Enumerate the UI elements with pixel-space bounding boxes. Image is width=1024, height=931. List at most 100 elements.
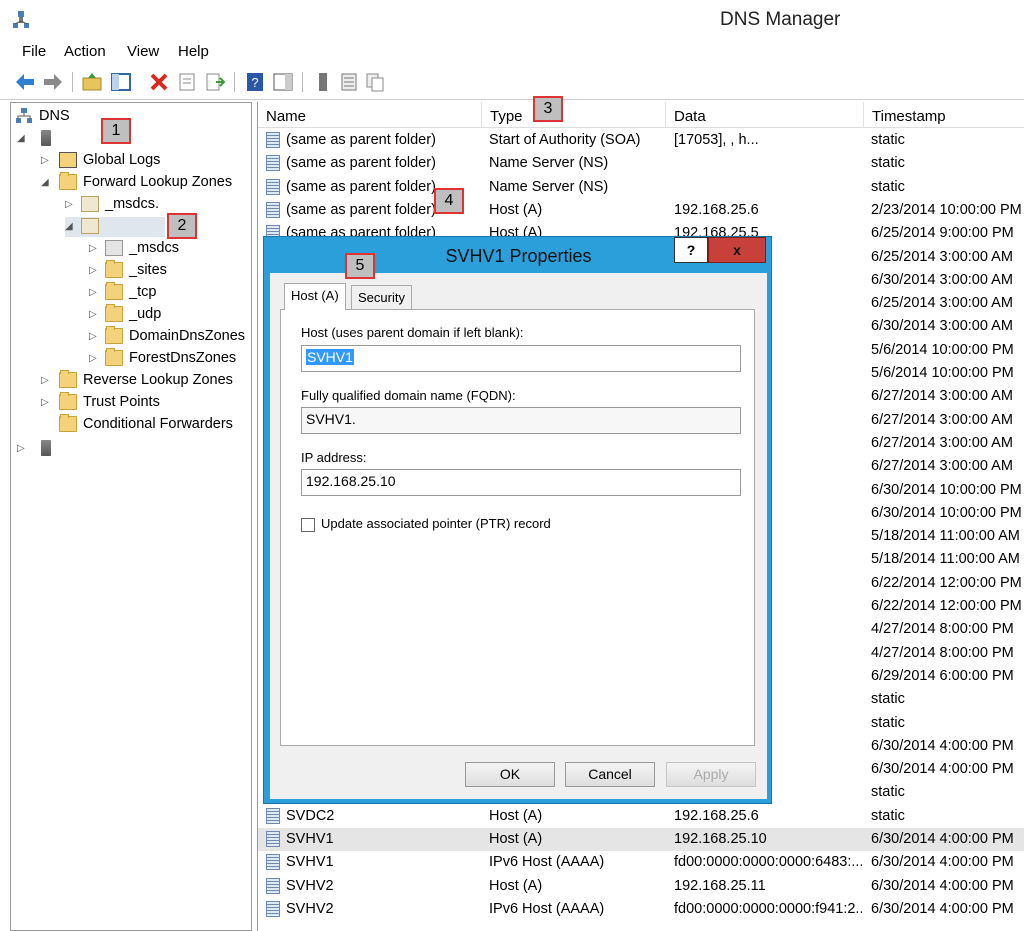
toolbar-separator <box>234 72 235 92</box>
properties-icon[interactable] <box>176 71 198 93</box>
expand-arrow-icon[interactable]: ▷ <box>89 243 97 254</box>
cell-ts: 6/27/2014 3:00:00 AM <box>871 434 1013 451</box>
menu-view[interactable]: View <box>127 43 159 60</box>
close-button[interactable]: x <box>708 237 766 263</box>
global-logs-icon <box>59 152 77 168</box>
expand-arrow-icon[interactable]: ▷ <box>41 397 49 408</box>
collapse-arrow-icon[interactable]: ◢ <box>65 221 73 232</box>
help-button[interactable]: ? <box>674 237 708 263</box>
cell-ts: static <box>871 178 905 195</box>
tree-label: DomainDnsZones <box>129 328 246 344</box>
cell-ts: 5/6/2014 10:00:00 PM <box>871 365 1014 381</box>
apply-button[interactable]: Apply <box>666 762 756 787</box>
tree-label: _msdcs. <box>105 196 159 212</box>
fqdn-field[interactable]: SVHV1. <box>301 407 741 434</box>
callout-4: 4 <box>434 188 464 214</box>
cell-ts: 6/30/2014 4:00:00 PM <box>871 854 1014 871</box>
cell-data: 192.168.25.10 <box>674 831 767 847</box>
expand-arrow-icon[interactable]: ▷ <box>89 265 97 276</box>
menu-file[interactable]: File <box>22 43 46 60</box>
cell-type: IPv6 Host (AAAA) <box>489 854 605 871</box>
tree-label: Reverse Lookup Zones <box>83 372 233 388</box>
column-header-timestamp[interactable]: Timestamp <box>864 102 1024 128</box>
table-row[interactable]: SVHV1 IPv6 Host (AAAA) fd00:0000:0000:0000… <box>258 851 1024 874</box>
cell-type: Start of Authority (SOA) <box>489 132 641 148</box>
record-icon <box>266 178 280 195</box>
record-icon <box>266 831 280 847</box>
tree-label: Trust Points <box>83 394 160 410</box>
table-row[interactable]: SVHV2 IPv6 Host (AAAA) fd00:0000:0000:0000… <box>258 898 1024 921</box>
up-folder-icon[interactable] <box>81 71 103 93</box>
cell-name: SVHV2 <box>286 877 334 894</box>
cell-ts: 6/30/2014 10:00:00 PM <box>871 481 1022 498</box>
cell-ts: 6/30/2014 10:00:00 PM <box>871 504 1022 521</box>
update-ptr-checkbox[interactable] <box>301 518 315 532</box>
list-icon[interactable] <box>338 71 360 93</box>
cell-ts: static <box>871 807 905 824</box>
table-row[interactable]: SVHV2 Host (A) 192.168.25.11 6/30/2014 4:00… <box>258 875 1024 898</box>
cell-ts: 6/30/2014 4:00:00 PM <box>871 761 1014 778</box>
record-icon <box>266 900 280 917</box>
tree-label: Conditional Forwarders <box>83 416 233 432</box>
cell-ts: 6/29/2014 6:00:00 PM <box>871 667 1014 684</box>
tab-host-a[interactable]: Host (A) <box>284 283 346 310</box>
help-icon[interactable]: ? <box>244 71 266 93</box>
table-row[interactable]: (same as parent folder) Host (A) 192.168.2… <box>258 199 1024 222</box>
back-icon[interactable] <box>14 71 36 93</box>
tree-label: DNS <box>39 108 70 124</box>
expand-arrow-icon[interactable]: ▷ <box>41 155 49 166</box>
cell-type: Host (A) <box>489 201 543 218</box>
cell-ts: 6/30/2014 4:00:00 PM <box>871 877 1014 894</box>
table-row[interactable]: SVHV1 Host (A) 192.168.25.10 6/30/2014 4:00… <box>258 828 1024 851</box>
column-header-type[interactable]: Type <box>482 102 666 128</box>
table-row[interactable]: (same as parent folder) Name Server (NS) s… <box>258 152 1024 175</box>
expand-arrow-icon[interactable]: ▷ <box>17 443 25 454</box>
expand-arrow-icon[interactable]: ▷ <box>89 287 97 298</box>
cell-name: (same as parent folder) <box>286 132 436 148</box>
copy-icon[interactable] <box>364 71 386 93</box>
export-list-icon[interactable] <box>204 71 226 93</box>
expand-arrow-icon[interactable]: ▷ <box>41 375 49 386</box>
folder-icon <box>59 370 77 388</box>
column-header-name[interactable]: Name <box>258 102 482 128</box>
tree-item-selected-zone[interactable]: ◢ <box>65 217 165 237</box>
ok-button[interactable]: OK <box>465 762 555 787</box>
show-hide-console-tree-icon[interactable] <box>110 71 132 93</box>
cell-ts: static <box>871 784 905 801</box>
server-icon <box>41 440 51 456</box>
title-bar: DNS Manager <box>0 0 1024 40</box>
list-header: Name Type Data Timestamp <box>258 102 1024 128</box>
table-row[interactable]: (same as parent folder) Name Server (NS) s… <box>258 176 1024 199</box>
host-tab-panel: Host (uses parent domain if left blank):… <box>280 309 755 746</box>
ip-address-input[interactable]: 192.168.25.10 <box>301 469 741 496</box>
tree-label: _udp <box>129 306 162 322</box>
cell-data: fd00:0000:0000:0000:6483:... <box>674 854 862 871</box>
cell-ts: static <box>871 714 905 731</box>
cancel-button[interactable]: Cancel <box>565 762 655 787</box>
expand-arrow-icon[interactable]: ▷ <box>65 199 73 210</box>
expand-arrow-icon[interactable]: ▷ <box>89 353 97 364</box>
tab-security[interactable]: Security <box>351 285 412 309</box>
collapse-arrow-icon[interactable]: ◢ <box>17 133 25 144</box>
toolbar: ? <box>0 64 1024 100</box>
server-icon[interactable] <box>312 71 334 93</box>
host-input[interactable]: SVHV1 <box>301 345 741 372</box>
action-pane-icon[interactable] <box>272 71 294 93</box>
column-header-data[interactable]: Data <box>666 102 864 128</box>
cell-ts: 6/27/2014 3:00:00 AM <box>871 411 1013 428</box>
svg-text:?: ? <box>251 75 258 90</box>
menu-action[interactable]: Action <box>64 43 106 60</box>
menu-help[interactable]: Help <box>178 43 209 60</box>
delete-icon[interactable] <box>148 71 170 93</box>
zone-icon <box>81 218 99 234</box>
folder-icon <box>59 392 77 410</box>
table-row[interactable]: (same as parent folder) Start of Authorit… <box>258 129 1024 152</box>
forward-icon[interactable] <box>42 71 64 93</box>
expand-arrow-icon[interactable]: ▷ <box>89 331 97 342</box>
folder-icon <box>105 348 123 366</box>
cell-ts: 6/25/2014 3:00:00 AM <box>871 295 1013 312</box>
menu-bar: File Action View Help <box>0 40 1024 64</box>
expand-arrow-icon[interactable]: ▷ <box>89 309 97 320</box>
collapse-arrow-icon[interactable]: ◢ <box>41 177 49 188</box>
table-row[interactable]: SVDC2 Host (A) 192.168.25.6 static <box>258 805 1024 828</box>
